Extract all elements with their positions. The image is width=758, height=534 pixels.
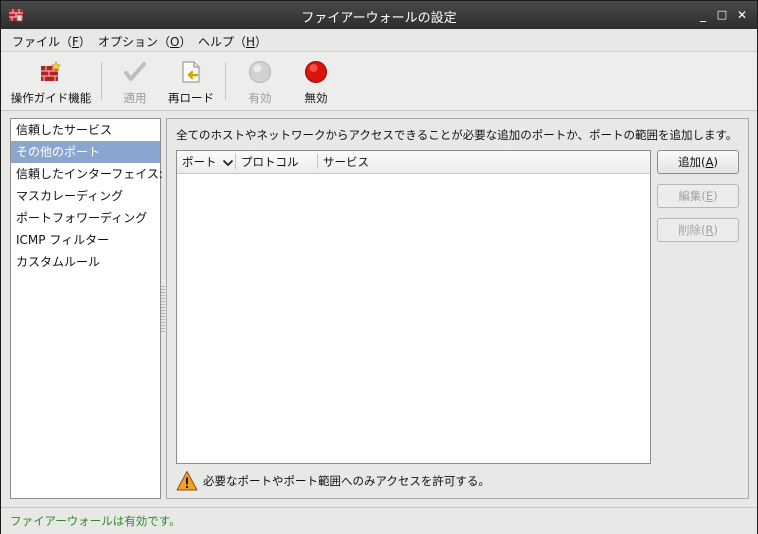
- column-header-protocol[interactable]: プロトコル: [241, 154, 299, 170]
- disable-button[interactable]: 無効: [293, 56, 339, 106]
- column-divider: [317, 154, 318, 169]
- add-button[interactable]: 追加(A): [657, 150, 739, 174]
- add-button-label: 追加(: [678, 155, 706, 169]
- delete-button-label-end: ): [713, 223, 719, 237]
- firewall-settings-window: ファイアーウォールの設定 _ □ ✕ ファイル（F） オプション（O） ヘルプ（…: [0, 0, 758, 534]
- toolbar-separator: [101, 62, 102, 100]
- menu-file[interactable]: ファイル（F）: [12, 33, 91, 50]
- edit-button-label: 編集(: [678, 189, 706, 203]
- title-bar: ファイアーウォールの設定 _ □ ✕: [1, 1, 757, 29]
- warning-text: 必要なポートやポート範囲へのみアクセスを許可する。: [203, 474, 490, 488]
- column-header-port[interactable]: ポート: [182, 154, 234, 170]
- reload-label: 再ロード: [168, 91, 214, 105]
- apply-button[interactable]: 適用: [111, 56, 159, 106]
- sidebar-item-icmp-filter[interactable]: ICMP フィルター: [11, 229, 160, 251]
- menu-help-label: ヘルプ（: [198, 35, 247, 49]
- firewall-wizard-icon: [41, 61, 61, 81]
- minimize-icon[interactable]: _: [695, 7, 711, 23]
- panel-description: 全てのホストやネットワークからアクセスできることが必要な追加のポートか、ポートの…: [176, 128, 738, 142]
- menu-help-label-end: ）: [255, 35, 268, 49]
- category-list: 信頼したサービス その他のポート 信頼したインターフェイス: マスカレーディング…: [10, 118, 163, 499]
- edit-button-label-end: ): [713, 189, 718, 203]
- menu-help[interactable]: ヘルプ（H）: [198, 33, 267, 50]
- green-circle-icon: [249, 61, 271, 83]
- close-icon[interactable]: ✕: [734, 7, 750, 23]
- window-title: ファイアーウォールの設定: [301, 11, 457, 26]
- delete-button-label: 削除(: [678, 223, 706, 237]
- red-circle-icon: [305, 61, 327, 83]
- menu-help-mnemonic: H: [246, 35, 256, 49]
- menu-options-label-end: ）: [179, 35, 192, 49]
- menu-file-label: ファイル（: [12, 35, 73, 49]
- wizard-button[interactable]: 操作ガイド機能: [9, 56, 93, 106]
- pane-resize-handle[interactable]: [161, 286, 165, 332]
- enable-label: 有効: [248, 91, 272, 105]
- delete-button[interactable]: 削除(R): [657, 218, 739, 242]
- sidebar-item-trusted-services[interactable]: 信頼したサービス: [11, 119, 160, 141]
- menu-options[interactable]: オプション（O）: [98, 33, 191, 50]
- toolbar: 操作ガイド機能 適用 再ロード 有効 無効: [1, 52, 757, 111]
- enable-button[interactable]: 有効: [237, 56, 283, 106]
- edit-button[interactable]: 編集(E): [657, 184, 739, 208]
- add-button-label-end: ): [713, 155, 718, 169]
- column-divider: [235, 154, 236, 169]
- chevron-down-icon: [223, 159, 234, 166]
- menu-bar: ファイル（F） オプション（O） ヘルプ（H）: [1, 29, 757, 52]
- column-header-service[interactable]: サービス: [323, 154, 369, 170]
- menu-file-label-end: ）: [78, 35, 91, 49]
- reload-button[interactable]: 再ロード: [165, 56, 217, 106]
- other-ports-panel: 全てのホストやネットワークからアクセスできることが必要な追加のポートか、ポートの…: [166, 118, 749, 499]
- toolbar-separator: [225, 62, 226, 100]
- status-text: ファイアーウォールは有効です。: [10, 514, 181, 528]
- menu-file-mnemonic: F: [72, 35, 79, 49]
- sidebar-item-port-forwarding[interactable]: ポートフォワーディング: [11, 207, 160, 229]
- delete-button-mnemonic: R: [705, 223, 714, 237]
- sidebar-item-trusted-interfaces[interactable]: 信頼したインターフェイス:: [11, 163, 163, 185]
- sidebar-item-masquerading[interactable]: マスカレーディング: [11, 185, 160, 207]
- table-header: ポート プロトコル サービス: [177, 151, 650, 174]
- reload-icon: [182, 61, 200, 83]
- wizard-label: 操作ガイド機能: [10, 91, 92, 105]
- menu-options-label: オプション（: [98, 35, 171, 49]
- sidebar-item-other-ports[interactable]: その他のポート: [11, 141, 160, 163]
- warning-icon: [176, 471, 198, 491]
- maximize-icon[interactable]: □: [714, 7, 730, 23]
- checkmark-icon: [124, 62, 146, 81]
- status-bar: ファイアーウォールは有効です。: [1, 507, 757, 534]
- disable-label: 無効: [304, 91, 328, 105]
- sidebar-item-custom-rules[interactable]: カスタムルール: [11, 251, 160, 273]
- apply-label: 適用: [123, 91, 147, 105]
- column-port-label: ポート: [182, 155, 217, 169]
- ports-table[interactable]: ポート プロトコル サービス: [176, 150, 651, 464]
